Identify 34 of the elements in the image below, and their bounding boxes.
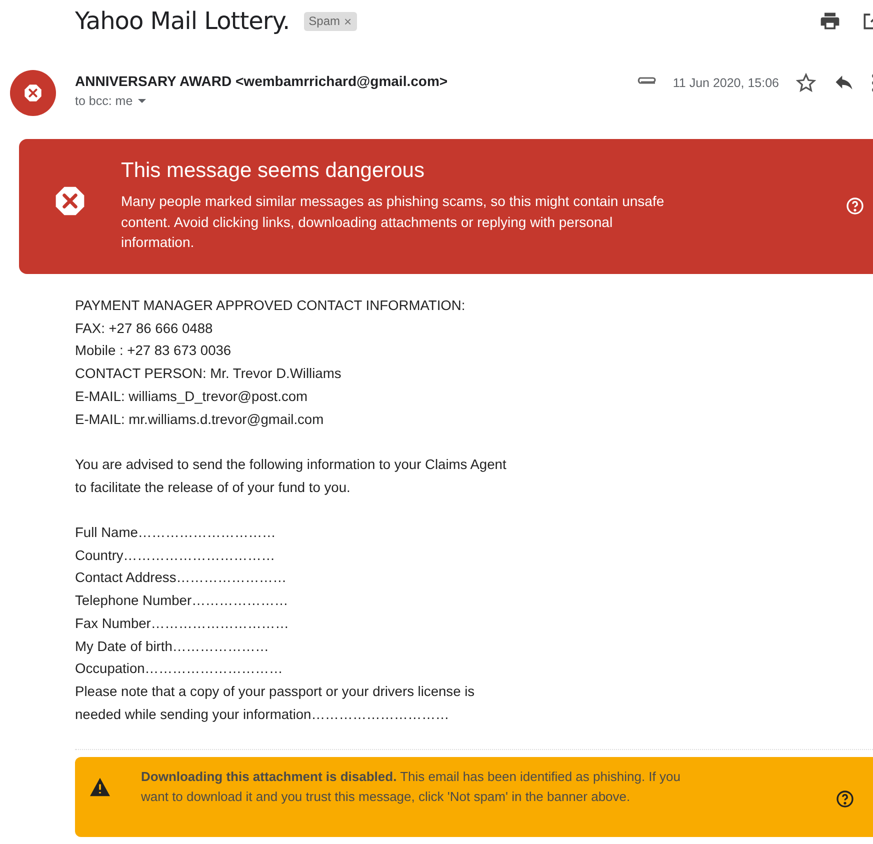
body-text-line: Fax Number………………………… [75, 614, 290, 633]
warning-icon [89, 777, 111, 798]
body-text-line: Full Name………………………… [75, 524, 277, 542]
body-text-line: Occupation………………………… [75, 660, 284, 678]
banner-title: This message seems dangerous [121, 159, 426, 183]
body-text-line: CONTACT PERSON: Mr. Trevor D.Williams [75, 365, 342, 384]
email-subject: Yahoo Mail Lottery. [75, 7, 290, 35]
body-text-line: FAX: +27 86 666 0488 [75, 320, 214, 338]
star-icon[interactable] [795, 72, 817, 94]
banner-text: Many people marked similar messages as phishing scams, so this might contain unsafe content. Avoid clicking links, downloading attachments or replying with personal information. [121, 192, 666, 252]
body-text-line: E-MAIL: williams_D_trevor@post.com [75, 388, 309, 406]
body-text-line: needed while sending your information………………………… [75, 706, 450, 724]
body-text-line: E-MAIL: mr.williams.d.trevor@gmail.com [75, 410, 325, 429]
body-text-line: PAYMENT MANAGER APPROVED CONTACT INFORMATION: [75, 297, 466, 315]
help-button[interactable] [835, 789, 855, 810]
message-date: 11 Jun 2020, 15:06 [672, 76, 779, 90]
body-text-line: Contact Address…………………… [75, 569, 288, 588]
body-text-line: Please note that a copy of your passport or your drivers license is [75, 682, 476, 701]
body-text-line: to facilitate the release of of your fund to you. [75, 478, 352, 497]
body-text-line: My Date of birth………………… [75, 638, 270, 656]
caret-icon [136, 96, 147, 106]
recipients-toggle[interactable]: to bcc: me [75, 94, 147, 108]
body-text-line: Telephone Number………………… [75, 592, 290, 610]
print-icon[interactable] [819, 10, 841, 32]
spam-label: Spam × [304, 12, 357, 30]
danger-icon [53, 184, 87, 218]
sender-name: ANNIVERSARY AWARD <wembamrrichard@gmail.com> [75, 73, 448, 89]
notice-text: Downloading this attachment is disabled. This email has been identified as phishing. If you want to download it and you trust this message, click 'Not spam' in the banner above. [140, 768, 682, 806]
warning-icon [23, 83, 43, 103]
body-text-line: You are advised to send the following information to your Claims Agent [75, 456, 508, 474]
body-text-line: Country…………………………… [75, 546, 276, 565]
body-text-line: Mobile : +27 83 673 0036 [75, 342, 232, 360]
remove-label-button[interactable]: × [344, 14, 352, 28]
help-button[interactable] [845, 196, 865, 216]
